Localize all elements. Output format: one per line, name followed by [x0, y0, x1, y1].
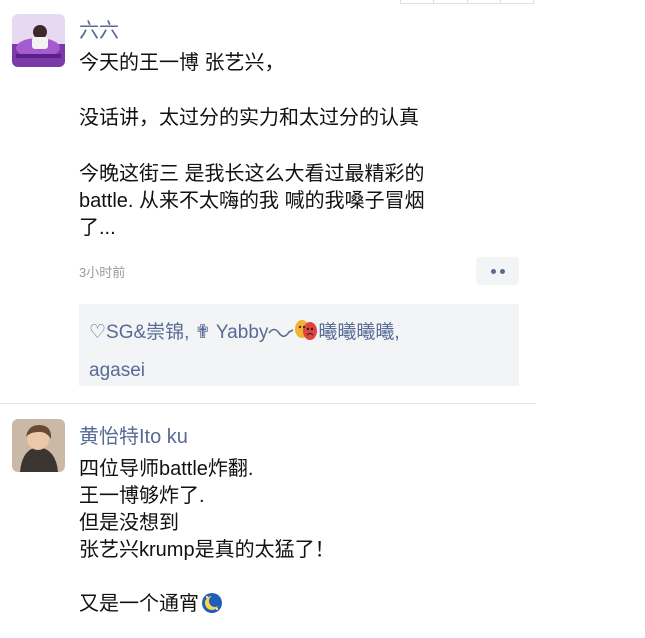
wave-flourish-icon [268, 328, 294, 338]
more-dots-icon [490, 268, 496, 274]
text-line: battle. 从来不太嗨的我 喊的我嗓子冒烟 [79, 190, 425, 212]
text-line: 今晚这街三 是我长这么大看过最精彩的 [79, 163, 425, 185]
author-name[interactable]: 六六 [79, 19, 119, 43]
text-line: 张艺兴krump是真的太猛了！ [79, 539, 335, 561]
post-text: 今天的王一博 张艺兴， 没话讲，太过分的实力和太过分的认真 今晚这街三 是我长这… [79, 50, 519, 242]
avatar[interactable] [12, 419, 65, 472]
text-line: 没话讲，太过分的实力和太过分的认真 [79, 107, 419, 129]
text-line: 王一博够炸了. [79, 485, 205, 507]
crescent-moon-emoji-icon [202, 593, 222, 613]
moment-post-2: 黄怡特Ito ku 四位导师battle炸翻. 王一博够炸了. 但是没想到 张艺… [0, 404, 536, 638]
like-user[interactable]: agasei [89, 360, 145, 381]
text-line: 又是一个通宵 [79, 591, 519, 618]
more-options-button[interactable] [476, 257, 519, 285]
avatar[interactable] [12, 14, 65, 67]
text-line: 但是没想到 [79, 512, 179, 534]
theater-mask-emoji-icon [295, 320, 318, 340]
author-name[interactable]: 黄怡特Ito ku [79, 425, 188, 449]
text-line: 四位导师battle炸翻. [79, 458, 254, 480]
moment-post-1: 六六 今天的王一博 张艺兴， 没话讲，太过分的实力和太过分的认真 今晚这街三 是… [0, 0, 536, 404]
like-user[interactable]: ✟ Yabby 曦曦曦曦, [195, 320, 400, 343]
likes-panel: ♡SG&崇锦, ✟ Yabby 曦曦曦曦, agasei [79, 304, 519, 386]
post-text: 四位导师battle炸翻. 王一博够炸了. 但是没想到 张艺兴krump是真的太… [79, 456, 519, 618]
like-user[interactable]: ♡SG&崇锦, [89, 322, 189, 343]
text-line: 今天的王一博 张艺兴， [79, 52, 285, 74]
post-timestamp: 3小时前 [79, 265, 126, 280]
more-dots-icon [499, 268, 505, 274]
text-line: 了... [79, 217, 116, 239]
